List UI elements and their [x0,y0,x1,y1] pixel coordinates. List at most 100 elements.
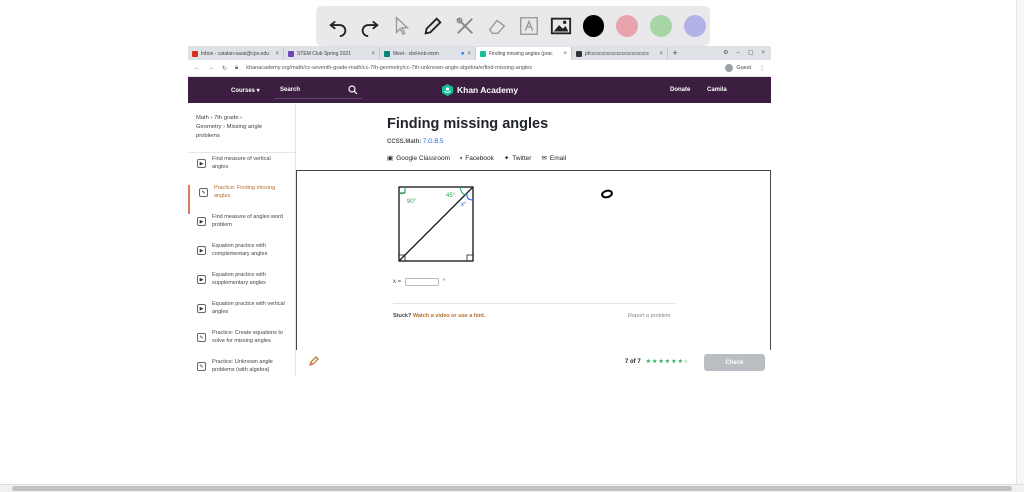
breadcrumb-math[interactable]: Math [196,115,209,121]
sidebar-item-unknown-angle[interactable]: ✎ Practice: Unknown angle problems (with… [188,359,295,375]
forward-icon[interactable]: → [208,65,214,71]
video-icon: ▶ [197,304,206,313]
share-bar: ▣ Google Classroom ▪ Facebook ✦ Twitter ✉ Em… [387,154,567,163]
hint-link[interactable]: Watch a video or use a hint. [413,313,486,319]
browser-tab-active[interactable]: Finding missing angles (prac × [476,47,572,60]
tools-icon[interactable] [451,12,479,40]
browser-tab[interactable]: Meet - xbd-knb-mxm ● × [380,47,476,60]
courses-menu[interactable]: Courses ▾ [231,87,260,94]
sidebar-item-complementary[interactable]: ▶ Equation practice with complementary a… [188,243,295,272]
sidebar-item-label: Equation practice with supplementary ang… [212,272,266,286]
image-icon[interactable] [547,12,575,40]
profile-button[interactable]: Guest [725,64,751,72]
pencil-icon: ✎ [199,188,208,197]
annotation-toolbar [316,6,710,46]
text-icon[interactable] [515,12,543,40]
browser-tab[interactable]: pfcccccccccccccccccccccccc × [572,47,668,60]
twitter-share[interactable]: ✦ Twitter [503,154,532,163]
gmail-icon [192,50,198,57]
close-tab-icon[interactable]: × [467,51,471,57]
twitter-icon: ✦ [503,155,510,162]
close-window-icon[interactable]: × [761,47,765,60]
reload-icon[interactable]: ↻ [222,65,227,72]
brand-name: Khan Academy [457,85,519,95]
share-label: Facebook [465,154,494,162]
video-icon: ▶ [197,246,206,255]
scroll-thumb[interactable] [12,486,1012,491]
lesson-sidebar: Math › 7th grade › Geometry › Missing an… [188,103,296,375]
close-tab-icon[interactable]: × [371,51,375,57]
avatar [725,64,734,72]
video-icon: ▶ [197,275,206,284]
color-swatch-black[interactable] [582,15,605,37]
handwritten-zero-mark [601,189,613,199]
pencil-icon[interactable] [419,12,447,40]
redo-icon[interactable] [356,12,384,40]
email-share[interactable]: ✉ Email [541,154,567,163]
sidebar-item-vertical-equations[interactable]: ▶ Equation practice with vertical angles [188,301,295,330]
color-swatch-green[interactable] [650,15,673,37]
breadcrumb-geometry[interactable]: Geometry [196,124,221,130]
new-tab-button[interactable]: + [668,47,682,60]
lock-icon: 🔒︎ [235,64,239,71]
profile-label: Guest [736,65,751,71]
breadcrumb: Math › 7th grade › Geometry › Missing an… [188,103,295,153]
menu-icon[interactable]: ⋮ [759,65,765,72]
color-swatch-pink[interactable] [616,15,639,37]
close-tab-icon[interactable]: × [659,51,663,57]
stuck-label: Stuck? [393,313,412,319]
sidebar-item-supplementary[interactable]: ▶ Equation practice with supplementary a… [188,272,295,301]
answer-input[interactable] [405,278,440,286]
khan-academy-favicon [480,50,486,57]
search-input[interactable]: Search [274,81,362,99]
tab-label: Inbox - catalan-sarai@cps.edu [201,50,269,57]
donate-link[interactable]: Donate [670,87,690,93]
angle-diagram: 90° 45° x° [398,186,474,262]
sidebar-item-vertical-angles[interactable]: ▶ Find measure of vertical angles [188,156,295,185]
horizontal-scrollbar[interactable] [0,484,1024,492]
close-tab-icon[interactable]: × [563,51,567,57]
divider [393,303,675,304]
sidebar-item-word-problem[interactable]: ▶ Find measure of angles word problem [188,214,295,243]
address-bar: ← → ↻ 🔒︎ khanacademy.org/math/cc-seventh… [188,60,771,77]
page-favicon [576,50,582,57]
check-button[interactable]: Check [704,354,765,371]
sidebar-item-label: Find measure of angles word problem [212,214,283,228]
minimize-icon[interactable]: – [736,47,739,60]
progress-indicator: 7 of 7 ★★★★★★○ [625,358,689,366]
email-icon: ✉ [541,155,547,162]
url-field[interactable]: khanacademy.org/math/cc-seventh-grade-ma… [246,65,717,71]
color-swatch-purple[interactable] [684,15,707,37]
share-label: Twitter [512,154,532,162]
browser-tab[interactable]: STEM Club Spring 2021 × [284,47,380,60]
scratchpad-icon[interactable] [308,354,320,372]
sidebar-item-finding-missing-angles[interactable]: ✎ Practice: Finding missing angles [188,185,295,214]
search-icon[interactable] [348,85,358,95]
back-icon[interactable]: ← [194,65,200,71]
pencil-icon: ✎ [197,333,206,342]
ccss-code-link[interactable]: 7.G.B.5 [423,139,443,145]
angle-label-45: 45° [446,193,456,199]
google-classroom-share[interactable]: ▣ Google Classroom [387,154,450,163]
maximize-icon[interactable]: ▢ [748,47,754,60]
facebook-share[interactable]: ▪ Facebook [460,154,494,162]
angle-label-90: 90° [407,199,417,205]
stuck-row: Stuck? Watch a video or use a hint. [393,313,485,319]
report-problem-link[interactable]: Report a problem [628,313,671,319]
browser-tab[interactable]: Inbox - catalan-sarai@cps.edu × [188,47,284,60]
courses-label: Courses [231,87,256,94]
share-label: Email [549,154,567,162]
page-title: Finding missing angles [387,116,549,132]
breadcrumb-grade[interactable]: 7th grade [214,115,239,121]
undo-icon[interactable] [324,12,352,40]
khan-academy-logo[interactable]: Khan Academy [442,84,518,96]
window-controls: ⚙ – ▢ × [723,47,771,60]
sidebar-item-create-equations[interactable]: ✎ Practice: Create equations to solve fo… [188,330,295,359]
sidebar-item-label: Practice: Create equations to solve for … [212,330,283,344]
vertical-scrollbar[interactable] [1016,0,1024,484]
eraser-icon[interactable] [483,12,511,40]
close-tab-icon[interactable]: × [275,51,279,57]
user-menu[interactable]: Camila [707,87,727,93]
settings-icon[interactable]: ⚙ [723,47,728,60]
pointer-icon[interactable] [388,12,416,40]
